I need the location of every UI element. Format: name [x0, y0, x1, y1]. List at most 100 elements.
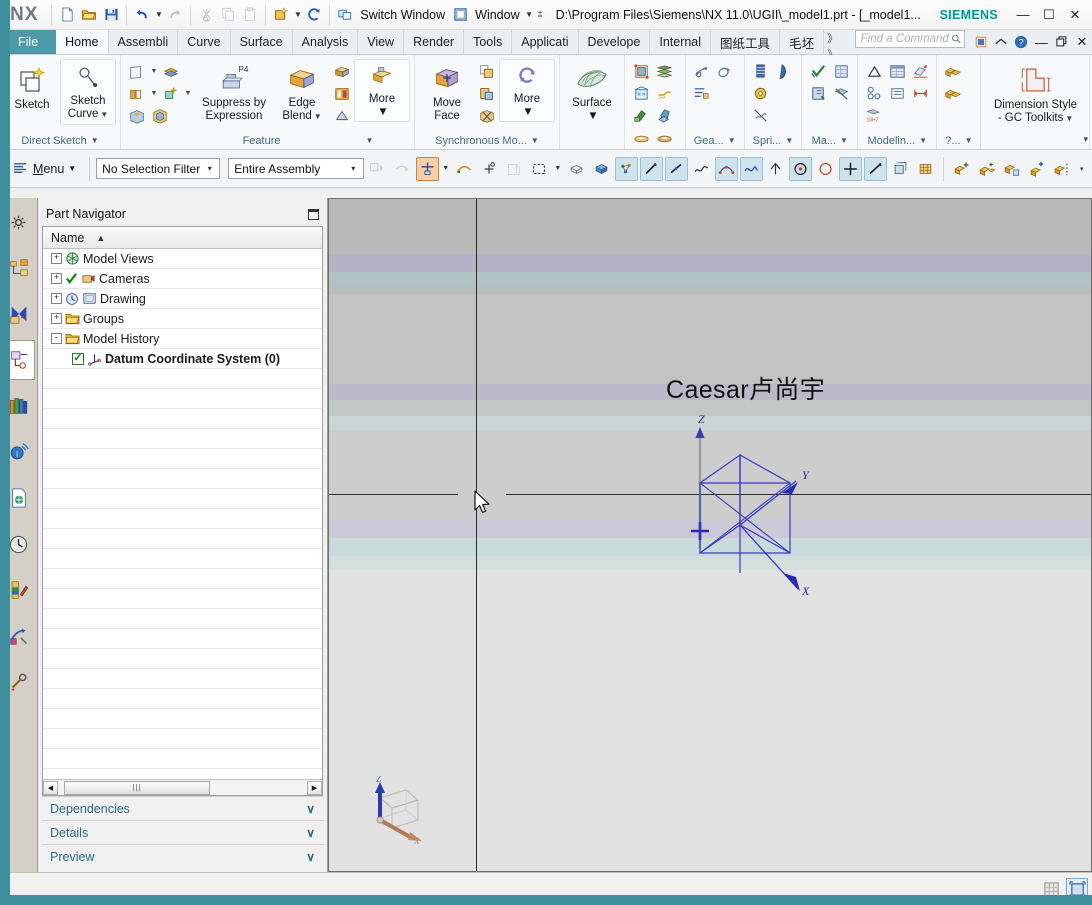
building-icon[interactable]	[630, 83, 652, 104]
curve-snap-icon[interactable]	[690, 157, 713, 181]
app-minimize-button[interactable]: —	[1010, 3, 1036, 27]
tab-blank[interactable]: 毛坯	[780, 30, 825, 54]
material-table-icon[interactable]	[830, 61, 852, 82]
open-folder-icon[interactable]	[78, 4, 100, 26]
chevron-down-icon[interactable]: ▼	[728, 136, 736, 145]
switch-window-label[interactable]: Switch Window	[356, 8, 449, 22]
app-close-button[interactable]: ✕	[1062, 3, 1088, 27]
save-disk-icon[interactable]	[100, 4, 122, 26]
edge-blend-button[interactable]: Edge Blend ▼	[274, 59, 330, 127]
tab-internal[interactable]: Internal	[650, 30, 712, 54]
new-parent-icon[interactable]	[1025, 157, 1048, 181]
paste-face-icon[interactable]	[476, 83, 498, 104]
feature-checkbox[interactable]	[72, 352, 84, 365]
redo-arrow-icon[interactable]	[164, 4, 186, 26]
gold-blocks-lower-icon[interactable]	[942, 83, 964, 104]
add-point-icon[interactable]	[478, 157, 501, 181]
snap-extra-icon[interactable]	[889, 157, 912, 181]
restore-icon[interactable]	[1052, 30, 1072, 54]
compression-spring-icon[interactable]	[750, 61, 772, 82]
tolerance-10h7-icon[interactable]: 10H7	[863, 105, 885, 126]
add-component-icon[interactable]	[950, 157, 973, 181]
command-search[interactable]	[854, 30, 966, 48]
unite-icon[interactable]	[160, 83, 182, 104]
list-item[interactable]: + Drawing	[43, 289, 322, 309]
chevron-down-icon[interactable]: ▼	[91, 136, 99, 145]
select-general-objects-icon[interactable]	[366, 157, 389, 181]
toolbar-overflow-icon[interactable]: ⩲	[535, 4, 546, 26]
intersection-snap-icon[interactable]	[839, 156, 863, 181]
bolt-icon[interactable]	[630, 105, 652, 126]
washer-a-icon[interactable]	[630, 127, 652, 148]
chamfer-icon[interactable]	[331, 61, 353, 82]
standard-part-icon[interactable]	[630, 61, 652, 82]
material-remove-icon[interactable]	[830, 83, 852, 104]
help-question-icon[interactable]: ?	[1011, 30, 1031, 54]
scroll-right-button[interactable]: ▶	[307, 780, 322, 795]
spring-coil-icon[interactable]	[653, 83, 675, 104]
paste-icon[interactable]	[239, 4, 261, 26]
datum-coordinate-system[interactable]: Z Y X	[678, 413, 838, 613]
shaded-display-icon[interactable]	[590, 157, 613, 181]
linear-dim-icon[interactable]	[909, 83, 931, 104]
bevel-gear-icon[interactable]	[714, 61, 736, 82]
add-component-pattern-icon[interactable]	[975, 157, 998, 181]
chevron-down-icon[interactable]: ▼	[785, 136, 793, 145]
undo-dropdown-arrow-icon[interactable]: ▼	[153, 4, 164, 26]
orientation-triad[interactable]: Z X	[358, 776, 430, 848]
feature-more-button[interactable]: More ▼	[354, 59, 410, 122]
new-document-icon[interactable]	[56, 4, 78, 26]
dimension-style-button[interactable]: Dimension Style - GC Toolkits ▼	[985, 59, 1085, 129]
chevron-down-icon[interactable]: ∨	[306, 850, 315, 864]
chevron-down-icon[interactable]: ▼	[314, 112, 322, 121]
tab-surface[interactable]: Surface	[231, 30, 293, 54]
expand-icon[interactable]: +	[51, 293, 62, 304]
tab-application[interactable]: Applicati	[512, 30, 579, 54]
washer-b-icon[interactable]	[653, 127, 675, 148]
chevron-down-icon[interactable]: ▼	[149, 83, 159, 104]
chevron-down-icon[interactable]: ▼	[100, 110, 108, 119]
list-item[interactable]: + Cameras	[43, 269, 322, 289]
list-item[interactable]: Datum Coordinate System (0)	[43, 349, 322, 369]
list-item[interactable]: + Model Views	[43, 249, 322, 269]
scroll-track[interactable]: |||	[58, 780, 307, 795]
assign-material-icon[interactable]	[807, 83, 829, 104]
undo-arrow-icon[interactable]	[131, 4, 153, 26]
move-component-icon[interactable]	[1000, 157, 1023, 181]
note-icon[interactable]	[886, 83, 908, 104]
app-maximize-button[interactable]: ☐	[1036, 3, 1062, 27]
pin-window-icon[interactable]	[308, 208, 319, 220]
chevron-down-icon[interactable]: ▼	[441, 157, 451, 181]
grid-snap-icon[interactable]	[914, 157, 937, 181]
selection-filter-combo[interactable]: No Selection Filter ▾	[96, 158, 221, 179]
switch-window-icon[interactable]	[334, 4, 356, 26]
hole-icon[interactable]	[126, 105, 148, 126]
copy-face-icon[interactable]	[476, 61, 498, 82]
chevron-down-icon[interactable]: ▼	[183, 83, 193, 104]
endpoint-snap-icon[interactable]	[639, 156, 663, 181]
cut-icon[interactable]	[195, 4, 217, 26]
spring-delete-icon[interactable]	[750, 105, 772, 126]
chevron-down-icon[interactable]: ▼	[149, 61, 159, 82]
chevron-down-icon[interactable]: ▼	[1065, 114, 1073, 123]
center-snap-icon[interactable]	[789, 156, 813, 181]
chevron-down-icon[interactable]: ▼	[840, 136, 848, 145]
scope-combo[interactable]: Entire Assembly ▾	[228, 158, 364, 179]
tab-home[interactable]: Home	[56, 30, 109, 54]
datum-plane-icon[interactable]	[126, 61, 148, 82]
sketch-button[interactable]: Sketch	[4, 59, 60, 116]
disc-spring-icon[interactable]	[750, 83, 772, 104]
gear-list-icon[interactable]	[691, 83, 713, 104]
shell-icon[interactable]	[149, 105, 171, 126]
expand-icon[interactable]: +	[51, 253, 62, 264]
tab-curve[interactable]: Curve	[178, 30, 231, 54]
draft-icon[interactable]	[331, 105, 353, 126]
revolve-icon[interactable]	[126, 83, 148, 104]
tree-horizontal-scrollbar[interactable]: ◀ ||| ▶	[43, 779, 322, 795]
snap-point-group-icon[interactable]	[614, 156, 638, 181]
move-face-button[interactable]: Move Face	[419, 59, 475, 126]
tree-column-header[interactable]: Name ▲	[43, 227, 322, 249]
wireframe-display-icon[interactable]	[565, 157, 588, 181]
search-input[interactable]	[858, 32, 951, 46]
triangle-icon[interactable]	[863, 61, 885, 82]
